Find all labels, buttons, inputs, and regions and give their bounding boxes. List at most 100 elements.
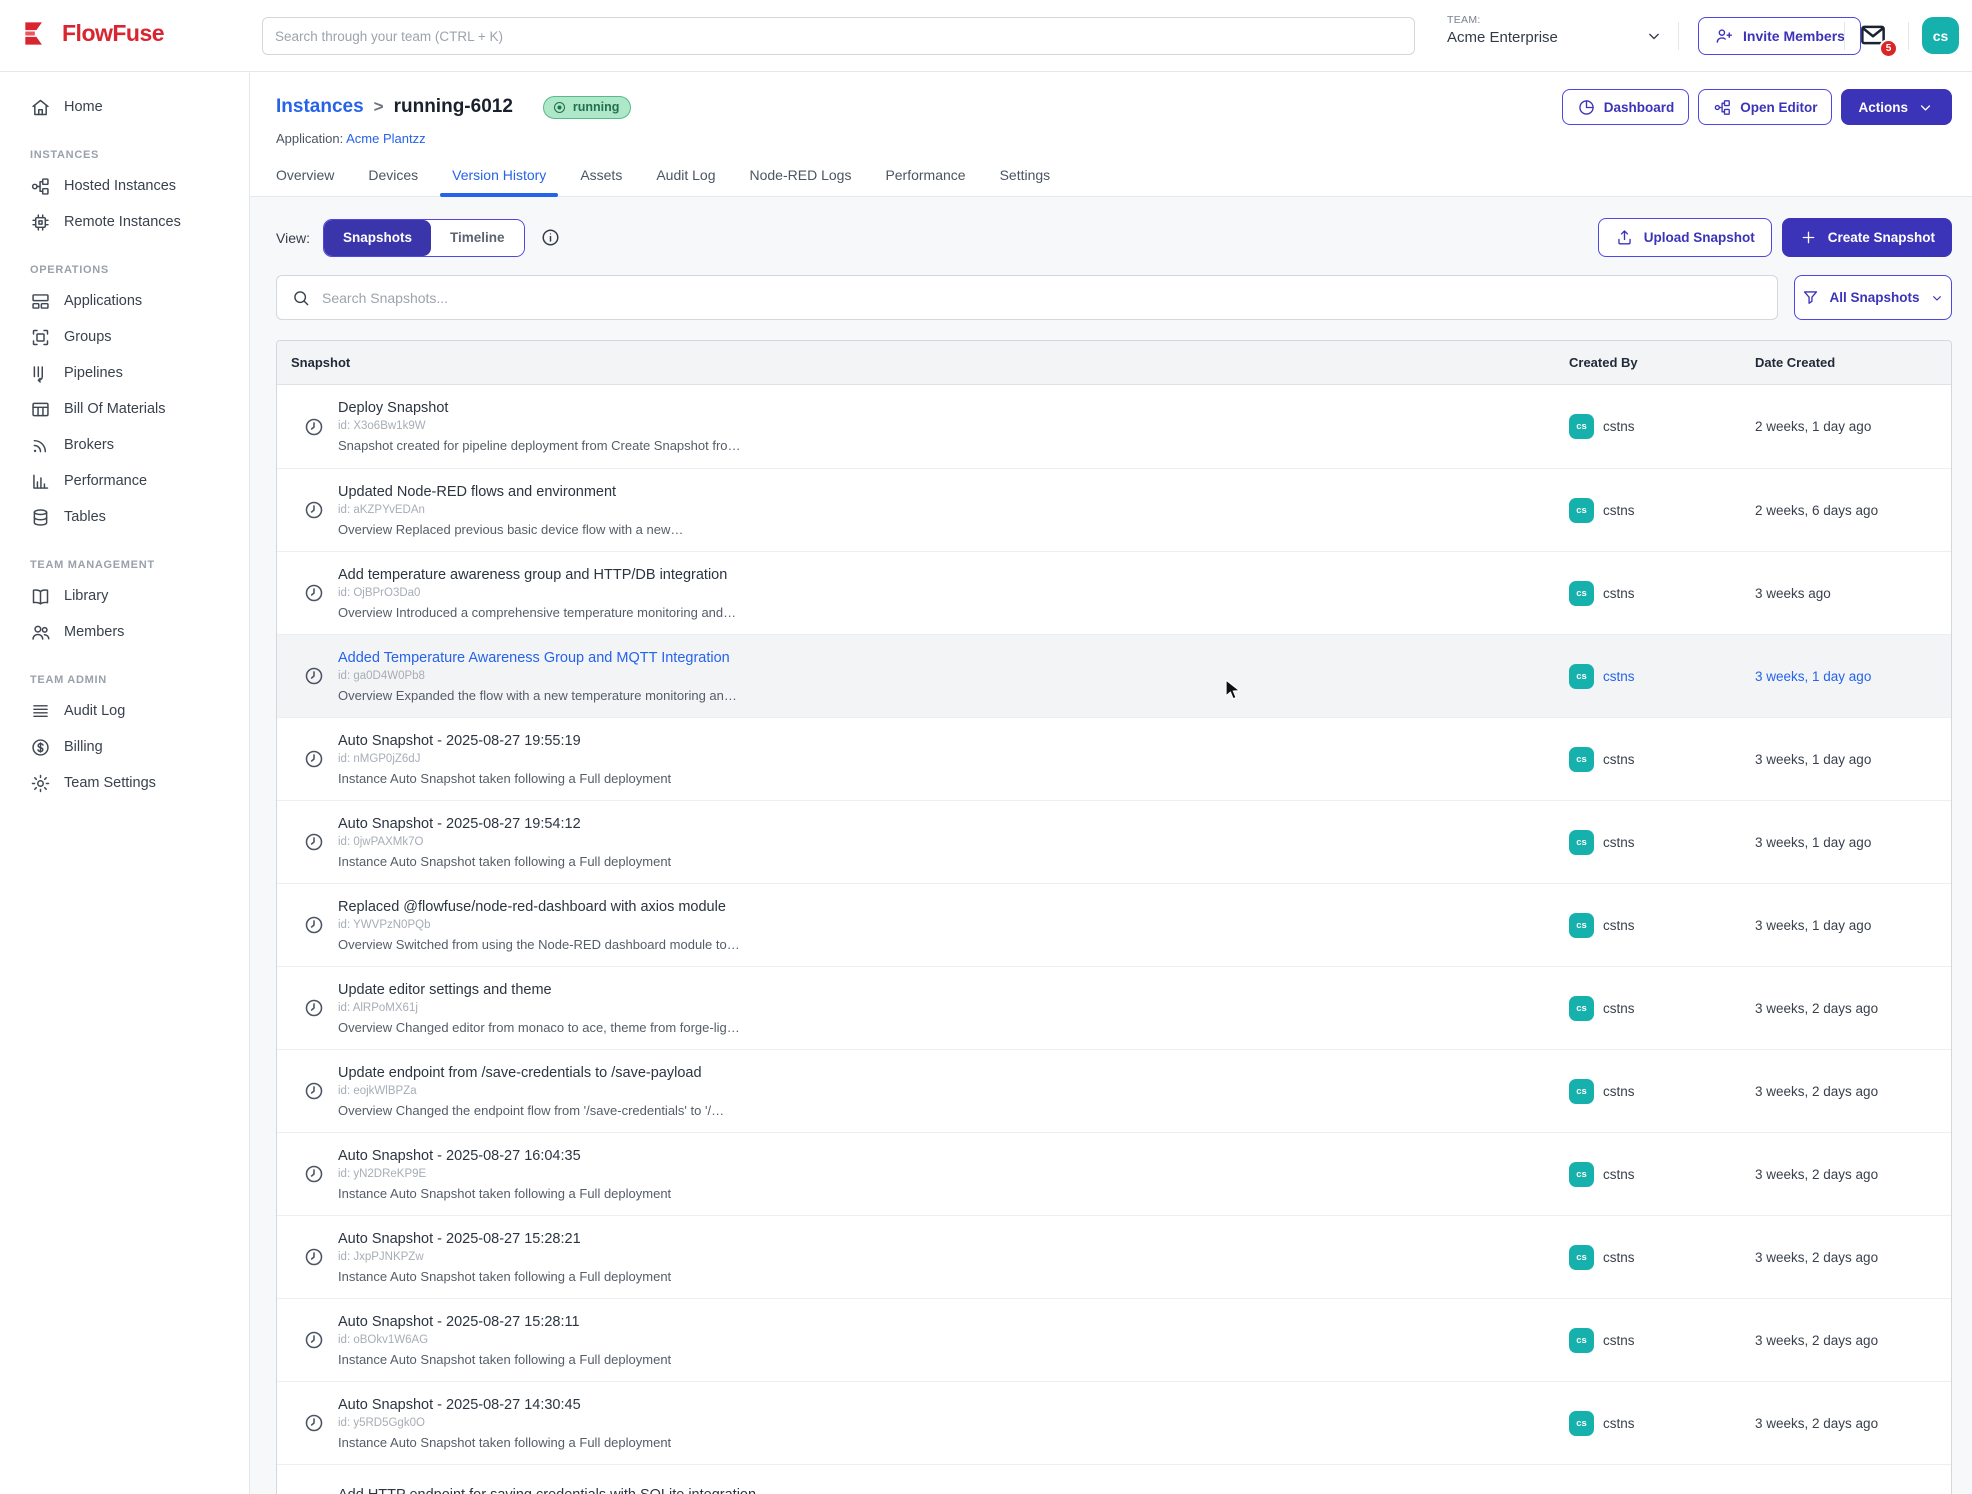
snapshot-description: Overview Switched from using the Node-RE… (338, 937, 740, 952)
sidebar-item-bill-of-materials[interactable]: Bill Of Materials (0, 391, 249, 427)
snapshot-title[interactable]: Auto Snapshot - 2025-08-27 16:04:35 (338, 1148, 671, 1164)
sidebar-item-brokers[interactable]: Brokers (0, 427, 249, 463)
user-avatar: cs (1569, 498, 1594, 523)
sidebar-item-audit-log[interactable]: Audit Log (0, 693, 249, 729)
sidebar-item-pipelines[interactable]: Pipelines (0, 355, 249, 391)
snapshot-title[interactable]: Replaced @flowfuse/node-red-dashboard wi… (338, 899, 740, 915)
sidebar-item-hosted-instances[interactable]: Hosted Instances (0, 168, 249, 204)
snapshot-title[interactable]: Update endpoint from /save-credentials t… (338, 1065, 724, 1081)
user-avatar[interactable]: cs (1922, 17, 1959, 54)
tab-overview[interactable]: Overview (276, 167, 334, 196)
sidebar-item-label: Performance (64, 473, 147, 489)
application-link[interactable]: Acme Plantzz (346, 131, 425, 146)
table-row[interactable]: Update endpoint from /save-credentials t… (277, 1049, 1951, 1132)
tab-settings[interactable]: Settings (1000, 167, 1051, 196)
snapshot-title[interactable]: Added Temperature Awareness Group and MQ… (338, 650, 737, 666)
table-row[interactable]: Replaced @flowfuse/node-red-dashboard wi… (277, 883, 1951, 966)
column-header-snapshot: Snapshot (277, 355, 1569, 370)
sidebar-item-library[interactable]: Library (0, 578, 249, 614)
table-row[interactable]: Update editor settings and themeid: AlRP… (277, 966, 1951, 1049)
snapshot-title[interactable]: Auto Snapshot - 2025-08-27 19:54:12 (338, 816, 671, 832)
date-created-cell: 3 weeks, 2 days ago (1755, 1216, 1951, 1298)
table-row[interactable]: Auto Snapshot - 2025-08-27 15:28:11 id: o… (277, 1298, 1951, 1381)
open-editor-button[interactable]: Open Editor (1698, 89, 1832, 125)
create-snapshot-button[interactable]: Create Snapshot (1782, 218, 1952, 257)
info-icon[interactable] (540, 227, 561, 248)
breadcrumb-instances-link[interactable]: Instances (276, 96, 364, 118)
team-selector[interactable]: TEAM: Acme Enterprise (1447, 14, 1558, 46)
table-row[interactable]: Auto Snapshot - 2025-08-27 16:04:35id: y… (277, 1132, 1951, 1215)
sidebar-item-remote-instances[interactable]: Remote Instances (0, 204, 249, 240)
created-by-cell: cscstns (1569, 1465, 1755, 1494)
table-row[interactable]: Auto Snapshot - 2025-08-27 19:55:19id: n… (277, 717, 1951, 800)
sidebar-item-applications[interactable]: Applications (0, 283, 249, 319)
sidebar-item-groups[interactable]: Groups (0, 319, 249, 355)
table-row[interactable]: Auto Snapshot - 2025-08-27 14:30:45id: y… (277, 1381, 1951, 1464)
clock-icon (303, 1246, 325, 1268)
snapshot-description: Overview Replaced previous basic device … (338, 522, 683, 537)
chevron-down-icon[interactable] (1644, 26, 1664, 46)
sidebar-item-performance[interactable]: Performance (0, 463, 249, 499)
table-row[interactable]: Add temperature awareness group and HTTP… (277, 551, 1951, 634)
user-avatar: cs (1569, 414, 1594, 439)
invite-members-button[interactable]: Invite Members (1698, 17, 1861, 55)
tab-devices[interactable]: Devices (368, 167, 418, 196)
flowfuse-logo[interactable]: FlowFuse (22, 18, 164, 49)
topbar-divider (1908, 22, 1909, 50)
tab-assets[interactable]: Assets (580, 167, 622, 196)
snapshot-title[interactable]: Deploy Snapshot (338, 400, 741, 416)
snapshot-title[interactable]: Auto Snapshot - 2025-08-27 15:28:11 (338, 1314, 671, 1330)
tab-performance[interactable]: Performance (885, 167, 965, 196)
status-running-icon (552, 100, 567, 115)
search-icon (291, 288, 311, 308)
snapshot-title[interactable]: Auto Snapshot - 2025-08-27 19:55:19 (338, 733, 671, 749)
bill-of-materials-icon (30, 399, 51, 420)
open-editor-label: Open Editor (1740, 100, 1817, 115)
clock-icon (303, 831, 325, 853)
table-row[interactable]: Auto Snapshot - 2025-08-27 19:54:12id: 0… (277, 800, 1951, 883)
nodes-icon (1713, 98, 1732, 117)
snapshot-search-input[interactable] (322, 290, 1763, 306)
sidebar-item-members[interactable]: Members (0, 614, 249, 650)
table-row[interactable]: Updated Node-RED flows and environmentid… (277, 468, 1951, 551)
tab-version-history[interactable]: Version History (452, 167, 546, 196)
created-by-cell: cscstns (1569, 1382, 1755, 1464)
snapshot-title[interactable]: Auto Snapshot - 2025-08-27 15:28:21 (338, 1231, 671, 1247)
snapshot-title[interactable]: Update editor settings and theme (338, 982, 740, 998)
upload-snapshot-button[interactable]: Upload Snapshot (1598, 218, 1772, 257)
created-by-cell: cscstns (1569, 884, 1755, 966)
clock-icon (303, 499, 325, 521)
table-row[interactable]: Add HTTP endpoint for saving credentials… (277, 1464, 1951, 1494)
sidebar-item-tables[interactable]: Tables (0, 499, 249, 535)
sidebar-item-team-settings[interactable]: Team Settings (0, 765, 249, 801)
tab-audit-log[interactable]: Audit Log (656, 167, 715, 196)
table-row[interactable]: Added Temperature Awareness Group and MQ… (277, 634, 1951, 717)
date-created-cell: 3 weeks, 2 days ago (1755, 1465, 1951, 1494)
snapshot-title[interactable]: Add temperature awareness group and HTTP… (338, 567, 736, 583)
sidebar-item-label: Pipelines (64, 365, 123, 381)
sidebar-section-label: TEAM ADMIN (30, 674, 249, 686)
sidebar-item-home[interactable]: Home (0, 89, 249, 125)
dashboard-button[interactable]: Dashboard (1562, 89, 1690, 125)
billing-icon (30, 737, 51, 758)
view-toggle-timeline[interactable]: Timeline (431, 220, 524, 256)
snapshot-id: id: oBOkv1W6AG (338, 1334, 671, 1346)
snapshot-text: Auto Snapshot - 2025-08-27 19:54:12id: 0… (338, 816, 671, 869)
page-header: Instances > running-6012 running Dashboa… (250, 73, 1972, 197)
snapshot-title[interactable]: Auto Snapshot - 2025-08-27 14:30:45 (338, 1397, 671, 1413)
snapshot-title[interactable]: Add HTTP endpoint for saving credentials… (338, 1487, 756, 1494)
notifications-button[interactable]: 5 (1858, 20, 1890, 52)
clock-icon (303, 1163, 325, 1185)
sidebar-item-billing[interactable]: Billing (0, 729, 249, 765)
sidebar-item-label: Brokers (64, 437, 114, 453)
table-row[interactable]: Deploy Snapshotid: X3o6Bw1k9WSnapshot cr… (277, 385, 1951, 468)
user-avatar: cs (1569, 996, 1594, 1021)
view-toggle-snapshots[interactable]: Snapshots (324, 220, 431, 256)
actions-button[interactable]: Actions (1841, 89, 1952, 125)
snapshot-filter-dropdown[interactable]: All Snapshots (1794, 275, 1952, 320)
snapshot-text: Deploy Snapshotid: X3o6Bw1k9WSnapshot cr… (338, 400, 741, 453)
tab-node-red-logs[interactable]: Node-RED Logs (750, 167, 852, 196)
global-search-input[interactable] (275, 29, 1402, 44)
table-row[interactable]: Auto Snapshot - 2025-08-27 15:28:21id: J… (277, 1215, 1951, 1298)
snapshot-title[interactable]: Updated Node-RED flows and environment (338, 484, 683, 500)
